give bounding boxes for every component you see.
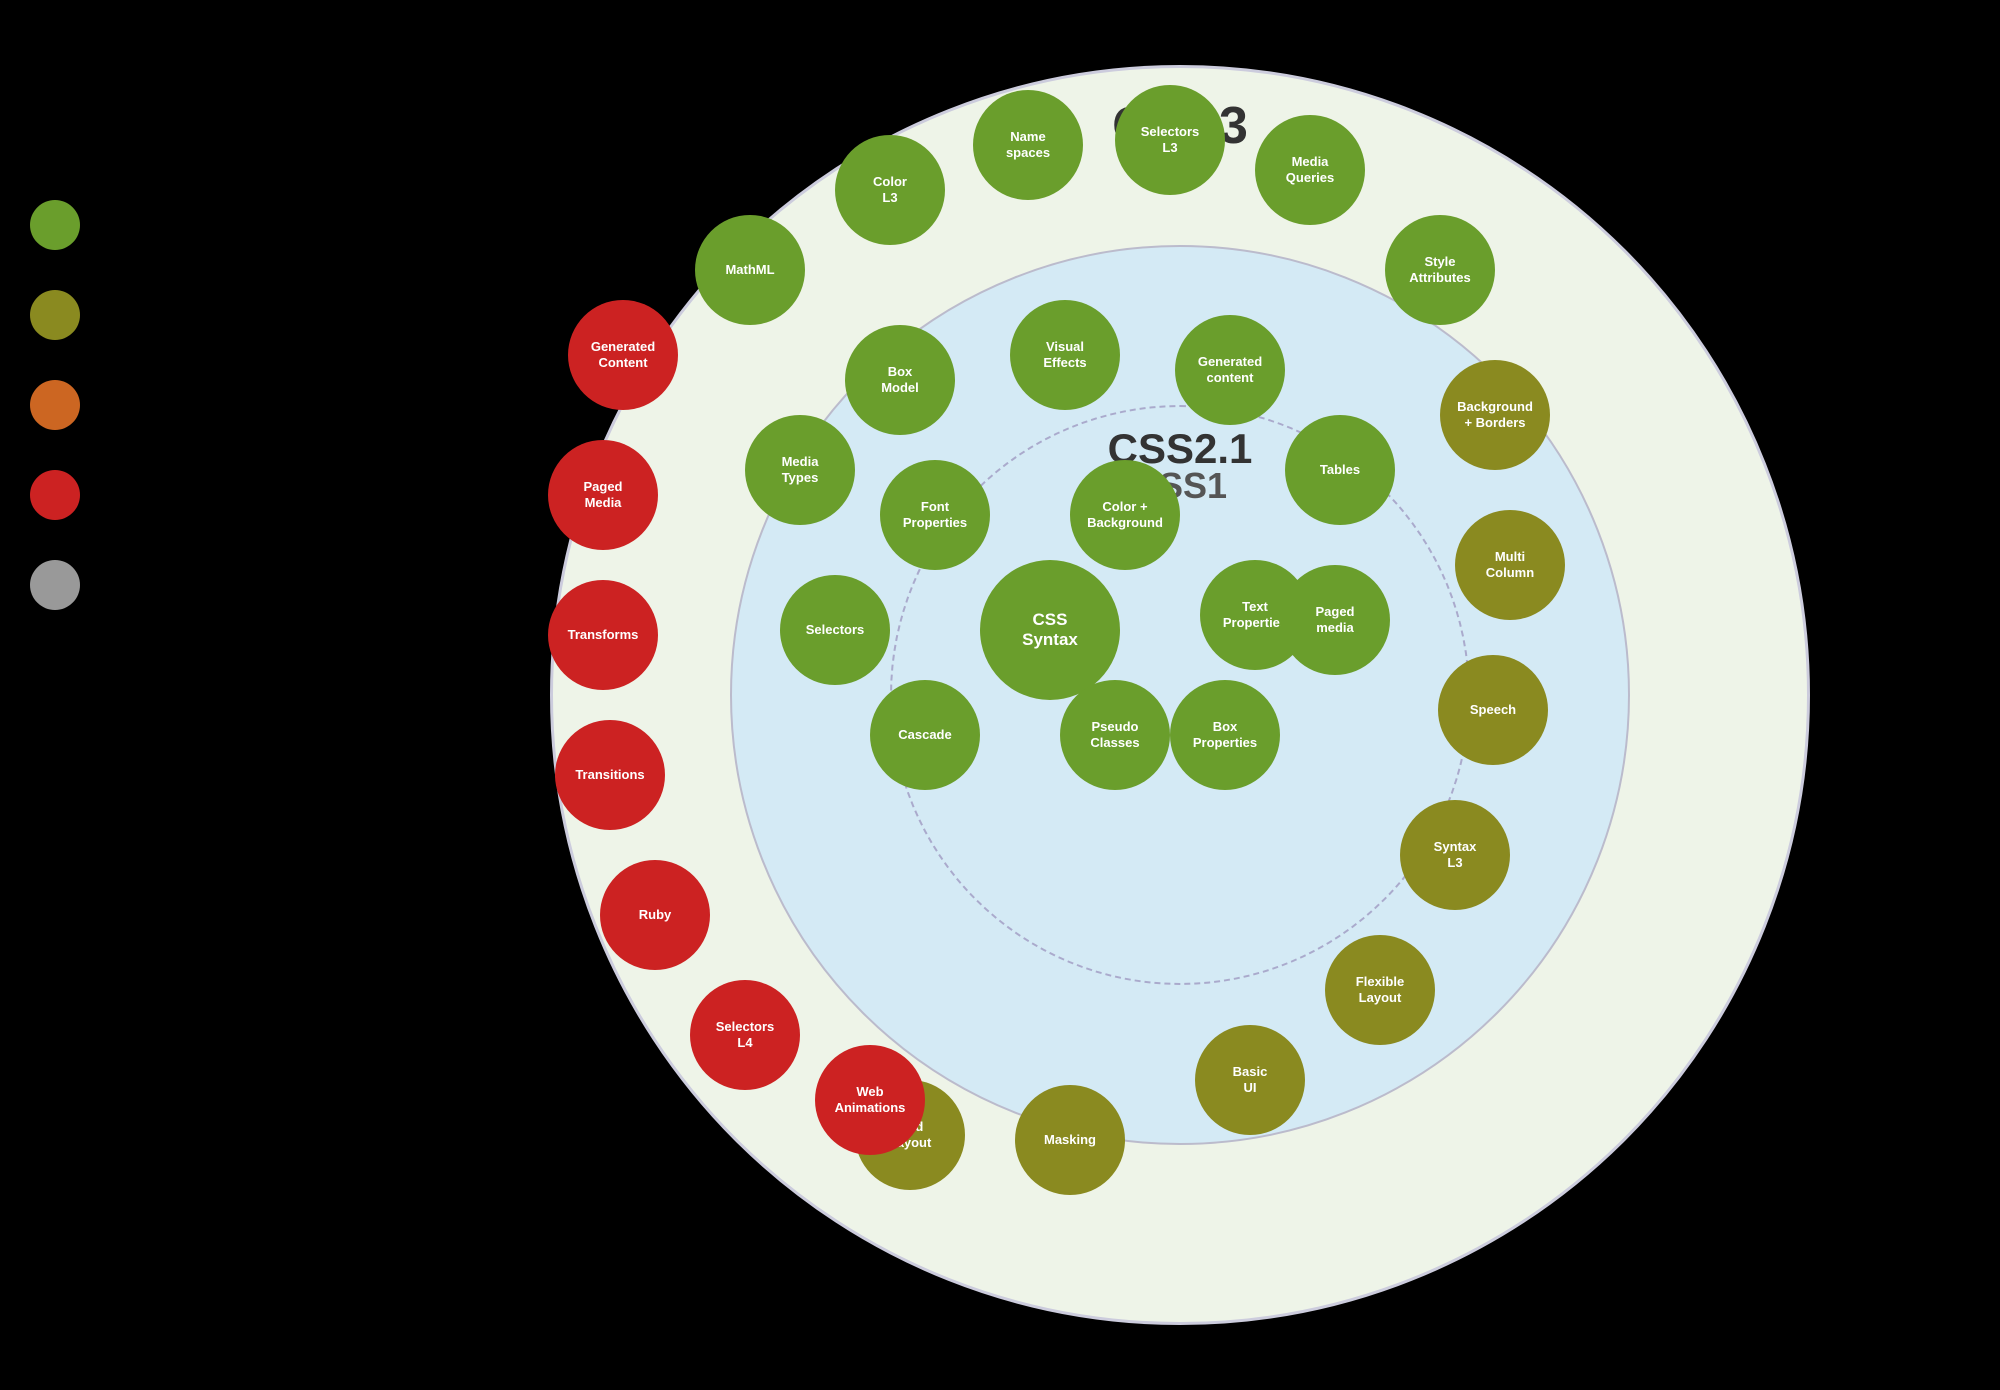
legend-item-green <box>30 200 95 250</box>
node-css-syntax[interactable]: CSSSyntax <box>980 560 1120 700</box>
node-transitions[interactable]: Transitions <box>555 720 665 830</box>
node-paged-media-css21[interactable]: Pagedmedia <box>1280 565 1390 675</box>
node-visual-effects[interactable]: VisualEffects <box>1010 300 1120 410</box>
node-cascade[interactable]: Cascade <box>870 680 980 790</box>
node-bg-borders[interactable]: Background+ Borders <box>1440 360 1550 470</box>
node-selectors-css1[interactable]: Selectors <box>780 575 890 685</box>
legend-item-orange <box>30 380 95 430</box>
node-speech[interactable]: Speech <box>1438 655 1548 765</box>
node-font-properties[interactable]: FontProperties <box>880 460 990 570</box>
legend-dot-green <box>30 200 80 250</box>
legend-item-gray <box>30 560 95 610</box>
node-media-queries[interactable]: MediaQueries <box>1255 115 1365 225</box>
node-style-attributes[interactable]: StyleAttributes <box>1385 215 1495 325</box>
legend-item-red <box>30 470 95 520</box>
node-basic-ui[interactable]: BasicUI <box>1195 1025 1305 1135</box>
node-tables[interactable]: Tables <box>1285 415 1395 525</box>
node-generated-content-css21[interactable]: Generatedcontent <box>1175 315 1285 425</box>
node-box-model[interactable]: BoxModel <box>845 325 955 435</box>
node-mathml[interactable]: MathML <box>695 215 805 325</box>
node-multi-column[interactable]: MultiColumn <box>1455 510 1565 620</box>
legend-dot-orange <box>30 380 80 430</box>
node-ruby[interactable]: Ruby <box>600 860 710 970</box>
legend <box>30 200 95 650</box>
node-paged-media[interactable]: PagedMedia <box>548 440 658 550</box>
legend-dot-gray <box>30 560 80 610</box>
node-pseudo-classes[interactable]: PseudoClasses <box>1060 680 1170 790</box>
node-color-l3[interactable]: ColorL3 <box>835 135 945 245</box>
node-selectors-l4[interactable]: SelectorsL4 <box>690 980 800 1090</box>
node-web-animations[interactable]: WebAnimations <box>815 1045 925 1155</box>
diagram-container: CSS1 CSS2.1 CSS3 CSSSyntax FontPropertie… <box>400 20 1960 1370</box>
legend-dot-red <box>30 470 80 520</box>
legend-dot-olive <box>30 290 80 340</box>
node-generated-content[interactable]: GeneratedContent <box>568 300 678 410</box>
legend-item-olive <box>30 290 95 340</box>
node-masking[interactable]: Masking <box>1015 1085 1125 1195</box>
node-transforms[interactable]: Transforms <box>548 580 658 690</box>
node-flexible-layout[interactable]: FlexibleLayout <box>1325 935 1435 1045</box>
node-box-properties[interactable]: BoxProperties <box>1170 680 1280 790</box>
node-media-types[interactable]: MediaTypes <box>745 415 855 525</box>
node-namespaces[interactable]: Namespaces <box>973 90 1083 200</box>
node-selectors-l3[interactable]: SelectorsL3 <box>1115 85 1225 195</box>
node-color-background[interactable]: Color +Background <box>1070 460 1180 570</box>
node-syntax-l3[interactable]: SyntaxL3 <box>1400 800 1510 910</box>
